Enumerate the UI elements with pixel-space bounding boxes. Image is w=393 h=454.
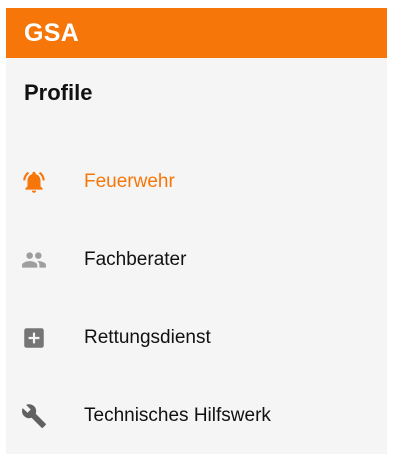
people-icon bbox=[20, 246, 48, 274]
menu-label-rettungsdienst: Rettungsdienst bbox=[84, 327, 211, 348]
wrench-icon bbox=[20, 402, 48, 430]
screen: GSA Profile Feuerwehr Fachberater Rettun… bbox=[0, 0, 393, 454]
navigation-drawer: Profile Feuerwehr Fachberater Rettungsdi… bbox=[6, 58, 387, 454]
menu-item-fachberater[interactable]: Fachberater bbox=[6, 230, 387, 290]
menu-label-feuerwehr: Feuerwehr bbox=[84, 171, 175, 192]
app-title: GSA bbox=[24, 18, 80, 47]
menu-item-technisches-hilfswerk[interactable]: Technisches Hilfswerk bbox=[6, 386, 387, 446]
app-bar: GSA bbox=[6, 8, 387, 58]
menu-item-feuerwehr[interactable]: Feuerwehr bbox=[6, 152, 387, 212]
menu-label-fachberater: Fachberater bbox=[84, 249, 187, 270]
section-title-profile: Profile bbox=[24, 80, 93, 105]
menu-label-technisches-hilfswerk: Technisches Hilfswerk bbox=[84, 405, 271, 426]
menu-item-rettungsdienst[interactable]: Rettungsdienst bbox=[6, 308, 387, 368]
medical-plus-icon bbox=[20, 324, 48, 352]
alarm-bell-icon bbox=[20, 168, 48, 196]
